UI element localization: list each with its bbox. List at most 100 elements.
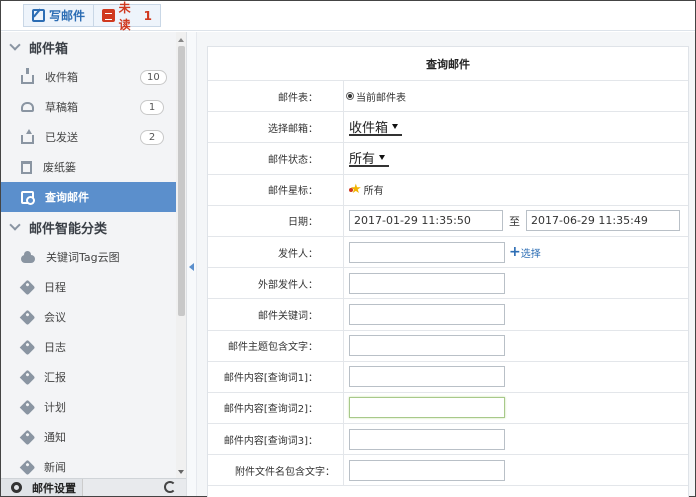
sidebar-item-tag-cloud[interactable]: 关键词Tag云图 — [1, 242, 176, 272]
smart-category-group-header[interactable]: 邮件智能分类 — [1, 212, 186, 242]
count-badge: 2 — [140, 130, 164, 145]
tag-icon — [19, 399, 36, 415]
sidebar-item-label: 废纸篓 — [43, 161, 76, 174]
trash-icon — [21, 160, 32, 174]
mail-table-radio[interactable] — [346, 92, 354, 101]
sidebar-item-label: 日志 — [44, 341, 66, 354]
refresh-icon[interactable] — [164, 481, 176, 493]
cloud-icon — [21, 250, 35, 263]
sidebar-item-schedule[interactable]: 日程 — [1, 272, 176, 302]
form-row-attachment: 附件文件名包含文字： — [208, 455, 688, 487]
status-select[interactable]: 所有 — [349, 149, 390, 168]
tag-icon — [19, 279, 36, 295]
sidebar-item-trash[interactable]: 废纸篓 — [1, 152, 176, 182]
sidebar-item-label: 通知 — [44, 431, 66, 444]
gear-icon — [11, 482, 22, 493]
sidebar-item-search-mail[interactable]: 查询邮件 — [1, 182, 176, 212]
field-label: 日期： — [208, 205, 344, 236]
compose-label: 写邮件 — [49, 9, 86, 23]
sidebar-item-sent[interactable]: 已发送 2 — [1, 122, 176, 152]
mail-table-option-label: 当前邮件表 — [356, 92, 406, 104]
attachment-name-input[interactable] — [349, 459, 505, 481]
sidebar-item-label: 已发送 — [45, 131, 78, 144]
field-label: 邮件关键词： — [208, 299, 344, 330]
sidebar-collapse-handle[interactable] — [187, 32, 197, 496]
form-row-content3: 邮件内容[查询词3]： — [208, 424, 688, 456]
top-toolbar: 写邮件 未读 1 — [1, 1, 695, 32]
form-row-external-sender: 外部发件人： — [208, 268, 688, 300]
sidebar: 邮件箱 收件箱 10 草稿箱 1 已发送 2 废纸篓 查询邮件 邮件智能分类 关… — [1, 32, 187, 496]
form-row-mail-table: 邮件表： 当前邮件表 — [208, 81, 688, 113]
form-row-content2: 邮件内容[查询词2]： — [208, 392, 688, 425]
field-label: 邮件星标： — [208, 174, 344, 205]
sent-icon — [21, 128, 34, 144]
sidebar-scrollbar[interactable] — [176, 32, 186, 478]
mailbox-select-value: 收件箱 — [349, 120, 389, 136]
star-filter-value: 所有 — [363, 186, 384, 198]
form-row-content1: 邮件内容[查询词1]： — [208, 361, 688, 393]
field-label: 附件文件名包含文字： — [208, 455, 344, 486]
sidebar-footer: 邮件设置 — [1, 478, 186, 496]
sidebar-item-label: 查询邮件 — [45, 191, 89, 204]
mailbox-group-header[interactable]: 邮件箱 — [1, 32, 186, 62]
sender-input[interactable] — [349, 241, 505, 263]
sidebar-item-label: 关键词Tag云图 — [46, 251, 120, 264]
scroll-up-icon[interactable] — [178, 38, 184, 42]
sidebar-item-label: 汇报 — [44, 371, 66, 384]
external-sender-input[interactable] — [349, 272, 505, 294]
sidebar-item-label: 收件箱 — [45, 71, 78, 84]
select-sender-link[interactable]: 选择 — [521, 245, 541, 260]
sidebar-item-label: 计划 — [44, 401, 66, 414]
content-query3-input[interactable] — [349, 428, 505, 450]
count-badge: 1 — [140, 100, 164, 115]
sidebar-item-log[interactable]: 日志 — [1, 332, 176, 362]
unread-list-icon — [102, 9, 115, 22]
status-select-value: 所有 — [349, 151, 376, 167]
star-filter[interactable]: ★ 所有 — [344, 175, 688, 205]
sidebar-item-meeting[interactable]: 会议 — [1, 302, 176, 332]
tag-icon — [19, 309, 36, 325]
scrollbar-thumb[interactable] — [178, 46, 185, 316]
form-row-subject: 邮件主题包含文字： — [208, 330, 688, 362]
chevron-down-icon — [9, 219, 21, 231]
date-from-input[interactable]: 2017-01-29 11:35:50 — [349, 210, 503, 232]
content-query1-input[interactable] — [349, 366, 505, 388]
content-query2-input[interactable] — [349, 397, 505, 419]
mail-settings-button[interactable]: 邮件设置 — [1, 478, 83, 496]
sidebar-item-label: 草稿箱 — [45, 101, 78, 114]
date-to-input[interactable]: 2017-06-29 11:35:49 — [526, 210, 680, 232]
field-label: 邮件内容[查询词1]： — [208, 361, 344, 392]
star-icon: ★ — [349, 182, 362, 198]
subject-input[interactable] — [349, 335, 505, 357]
compose-button[interactable]: 写邮件 — [23, 4, 93, 27]
form-row-star: 邮件星标： ★ 所有 — [208, 174, 688, 206]
tag-icon — [19, 369, 36, 385]
sidebar-item-plan[interactable]: 计划 — [1, 392, 176, 422]
scroll-down-icon[interactable] — [178, 470, 184, 474]
field-label: 邮件内容[查询词3]： — [208, 424, 344, 455]
tag-icon — [19, 339, 36, 355]
unread-button[interactable]: 未读 1 — [93, 1, 161, 32]
field-label: 邮件表： — [208, 81, 344, 112]
sidebar-item-drafts[interactable]: 草稿箱 1 — [1, 92, 176, 122]
form-row-status: 邮件状态： 所有 — [208, 143, 688, 175]
drafts-icon — [21, 102, 34, 112]
field-label: 邮件内容[查询词2]： — [208, 392, 344, 424]
form-row-sender: 发件人： + 选择 — [208, 236, 688, 269]
smart-group-label: 邮件智能分类 — [29, 221, 108, 237]
mail-settings-label: 邮件设置 — [32, 481, 76, 495]
sidebar-item-report[interactable]: 汇报 — [1, 362, 176, 392]
field-label: 发件人： — [208, 236, 344, 268]
keyword-input[interactable] — [349, 303, 505, 325]
plus-icon[interactable]: + — [509, 244, 521, 260]
mailbox-select[interactable]: 收件箱 — [349, 118, 403, 137]
sidebar-item-inbox[interactable]: 收件箱 10 — [1, 62, 176, 92]
unread-label: 未读 — [118, 0, 131, 32]
sidebar-item-notice[interactable]: 通知 — [1, 422, 176, 452]
field-label: 邮件主题包含文字： — [208, 330, 344, 361]
search-mail-icon — [21, 190, 35, 205]
field-label: 外部发件人： — [208, 268, 344, 299]
sidebar-item-label: 会议 — [44, 311, 66, 324]
compose-icon — [32, 9, 45, 22]
field-label: 选择邮箱： — [208, 112, 344, 143]
